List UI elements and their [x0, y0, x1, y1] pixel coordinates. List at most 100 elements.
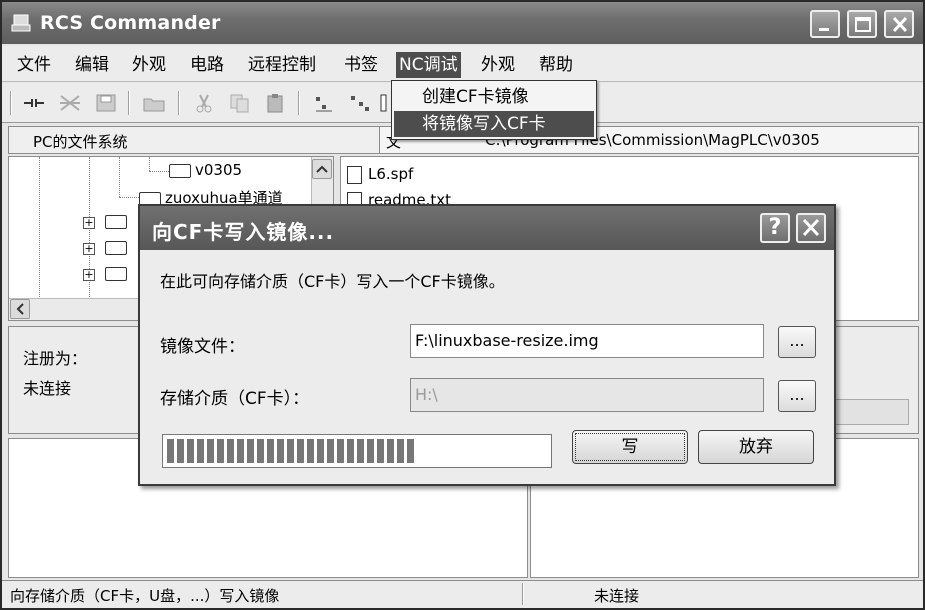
connection-status: 未连接 — [23, 379, 72, 398]
disconnect-icon[interactable] — [58, 93, 82, 113]
progress-segment — [397, 439, 404, 463]
file-icon — [347, 165, 362, 184]
menu-view[interactable]: 外观 — [129, 52, 169, 78]
tree-line — [39, 157, 40, 297]
menu-item-create-cf-image[interactable]: 创建CF卡镜像 — [394, 84, 594, 110]
progress-segment — [367, 439, 374, 463]
close-icon — [802, 218, 820, 237]
status-connection: 未连接 — [594, 587, 640, 605]
toolbar-separator — [178, 91, 180, 115]
nc-debug-dropdown: 创建CF卡镜像 将镜像写入CF卡 — [391, 80, 597, 140]
folder-icon[interactable] — [105, 241, 127, 255]
progress-segment — [197, 439, 204, 463]
progress-segment — [267, 439, 274, 463]
registered-as-label: 注册为： — [23, 349, 88, 368]
tree-line — [119, 157, 120, 197]
toolbar-separator — [10, 91, 12, 115]
dialog-close-button[interactable] — [796, 213, 826, 243]
menu-help[interactable]: 帮助 — [536, 52, 576, 78]
menu-file[interactable]: 文件 — [14, 52, 54, 78]
progress-segment — [357, 439, 364, 463]
pc-filesystem-label: PC的文件系统 — [33, 133, 128, 151]
tree-line — [149, 171, 169, 172]
minimize-button[interactable] — [810, 10, 840, 38]
app-icon — [11, 14, 31, 32]
tree-item-v0305[interactable]: v0305 — [169, 161, 242, 179]
expand-icon[interactable]: + — [83, 243, 95, 255]
progress-segment — [247, 439, 254, 463]
progress-segment — [187, 439, 194, 463]
progress-segment — [167, 439, 174, 463]
progress-segment — [207, 439, 214, 463]
browse-image-button[interactable]: ... — [778, 326, 816, 358]
menu-view-2[interactable]: 外观 — [478, 52, 518, 78]
image-file-input[interactable]: F:\linuxbase-resize.img — [410, 324, 764, 358]
minimize-icon — [819, 28, 829, 31]
close-button[interactable] — [884, 10, 914, 38]
maximize-icon — [855, 17, 871, 32]
close-icon — [892, 16, 908, 33]
chevron-left-icon — [16, 303, 24, 315]
browse-media-button[interactable]: ... — [778, 380, 816, 412]
progress-segment — [377, 439, 384, 463]
title-bar[interactable]: RCS Commander — [2, 2, 923, 44]
storage-media-input[interactable]: H:\ — [410, 378, 764, 412]
progress-segment — [347, 439, 354, 463]
dialog-description: 在此可向存储介质（CF卡）写入一个CF卡镜像。 — [160, 272, 505, 291]
progress-segment — [387, 439, 394, 463]
menu-edit[interactable]: 编辑 — [72, 52, 112, 78]
app-title: RCS Commander — [40, 12, 221, 34]
write-image-dialog: 向CF卡写入镜像... ? 在此可向存储介质（CF卡）写入一个CF卡镜像。 镜像… — [138, 204, 836, 486]
folder-icon[interactable] — [105, 215, 127, 229]
write-button[interactable]: 写 — [572, 430, 688, 464]
progress-segment — [227, 439, 234, 463]
write-progress-bar — [162, 434, 552, 468]
menu-remote-control[interactable]: 远程控制 — [245, 52, 319, 78]
dialog-title-bar[interactable]: 向CF卡写入镜像... ? — [140, 206, 834, 250]
menu-bookmarks[interactable]: 书签 — [341, 52, 381, 78]
save-icon[interactable] — [94, 93, 118, 113]
cut-icon[interactable] — [192, 93, 216, 113]
status-text: 向存储介质（CF卡，U盘，...）写入镜像 — [10, 587, 280, 605]
folder-icon — [169, 163, 191, 178]
help-button[interactable]: ? — [760, 213, 790, 243]
paste-icon[interactable] — [264, 93, 288, 113]
expand-icon[interactable]: + — [83, 269, 95, 281]
progress-segment — [237, 439, 244, 463]
tree-line — [119, 197, 139, 198]
progress-segment — [317, 439, 324, 463]
progress-segment — [217, 439, 224, 463]
progress-segment — [407, 439, 414, 463]
menu-nc-debug[interactable]: NC调试 — [396, 52, 461, 78]
folder-icon[interactable] — [105, 267, 127, 281]
progress-segment — [287, 439, 294, 463]
menu-item-write-image-to-cf[interactable]: 将镜像写入CF卡 — [394, 111, 594, 137]
menu-bar: 文件 编辑 外观 电路 远程控制 书签 NC调试 外观 帮助 — [2, 46, 923, 82]
tree-view-icon[interactable] — [348, 93, 372, 113]
progress-segment — [307, 439, 314, 463]
storage-media-label: 存储介质（CF卡）： — [160, 389, 310, 409]
status-bar: 向存储介质（CF卡，U盘，...）写入镜像 未连接 — [2, 580, 923, 608]
progress-segment — [277, 439, 284, 463]
progress-segment — [177, 439, 184, 463]
dialog-title: 向CF卡写入镜像... — [152, 220, 335, 244]
open-folder-icon[interactable] — [142, 93, 166, 113]
expand-icon[interactable]: + — [83, 217, 95, 229]
progress-segment — [257, 439, 264, 463]
scroll-left-button[interactable] — [10, 299, 30, 319]
progress-segment — [337, 439, 344, 463]
progress-segment — [297, 439, 304, 463]
toolbar-separator — [298, 91, 300, 115]
progress-segment — [327, 439, 334, 463]
toolbar-separator — [128, 91, 130, 115]
menu-circuit[interactable]: 电路 — [187, 52, 227, 78]
maximize-button[interactable] — [847, 10, 877, 38]
connect-icon[interactable] — [22, 93, 46, 113]
copy-icon[interactable] — [228, 93, 252, 113]
scroll-up-button[interactable] — [312, 159, 332, 179]
list-item[interactable]: L6.spf — [347, 165, 413, 184]
image-file-label: 镜像文件： — [160, 337, 245, 357]
cancel-button[interactable]: 放弃 — [698, 430, 814, 464]
help-icon: ? — [768, 215, 782, 240]
list-view-icon[interactable] — [312, 93, 336, 113]
